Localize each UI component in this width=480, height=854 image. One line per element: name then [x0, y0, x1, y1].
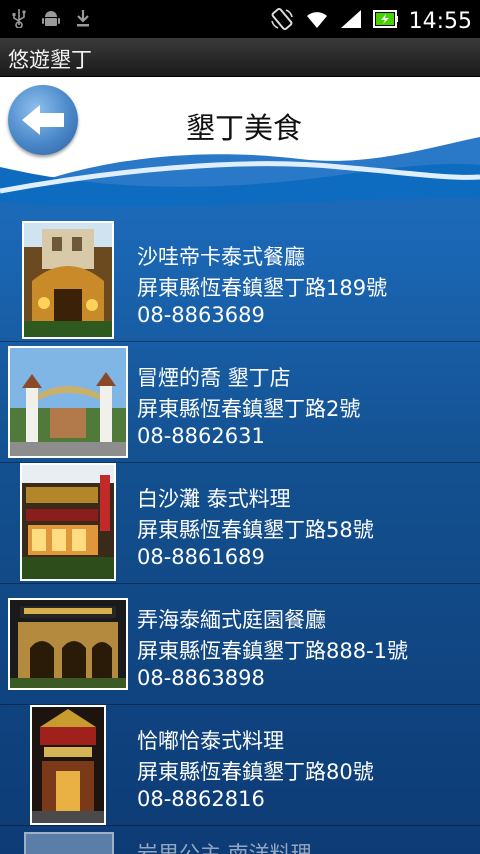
app-title: 悠遊墾丁: [8, 48, 92, 72]
restaurant-phone[interactable]: 08-8862631: [137, 424, 265, 448]
signal-icon: [339, 8, 363, 34]
download-icon: [74, 8, 92, 28]
restaurant-address: 屏東縣恆春鎮墾丁路189號: [137, 276, 388, 300]
restaurant-photo: [30, 705, 106, 825]
restaurant-address: 屏東縣恆春鎮墾丁路80號: [137, 760, 374, 784]
status-bar: 14:55: [0, 0, 480, 38]
restaurant-address: 屏東縣恆春鎮墾丁路2號: [137, 397, 361, 421]
header-wave: [0, 137, 480, 217]
wifi-icon: [305, 8, 329, 34]
restaurant-photo: [20, 463, 116, 581]
page-header: 墾丁美食: [0, 77, 480, 217]
restaurant-photo: [22, 221, 114, 339]
clock: 14:55: [408, 8, 472, 34]
app-title-bar: 悠遊墾丁: [0, 38, 480, 77]
restaurant-photo: [8, 598, 128, 690]
battery-charging-icon: [372, 8, 399, 34]
android-debug-icon: [42, 8, 60, 28]
usb-icon: [10, 8, 28, 29]
list-item[interactable]: 沙哇帝卡泰式餐廳 屏東縣恆春鎮墾丁路189號 08-8863689: [0, 221, 480, 342]
list-item[interactable]: 弄海泰緬式庭園餐廳 屏東縣恆春鎮墾丁路888-1號 08-8863898: [0, 584, 480, 705]
restaurant-name: 冒煙的喬 墾丁店: [137, 366, 291, 390]
restaurant-name: 白沙灘 泰式料理: [137, 487, 291, 511]
restaurant-phone[interactable]: 08-8862816: [137, 787, 265, 811]
restaurant-phone[interactable]: 08-8861689: [137, 545, 265, 569]
restaurant-phone[interactable]: 08-8863689: [137, 303, 265, 327]
restaurant-phone[interactable]: 08-8863898: [137, 666, 265, 690]
restaurant-name: 沙哇帝卡泰式餐廳: [137, 245, 305, 269]
list-item[interactable]: 岩里公主 南洋料理: [0, 822, 480, 854]
rotate-icon: [269, 6, 295, 36]
list-item[interactable]: 白沙灘 泰式料理 屏東縣恆春鎮墾丁路58號 08-8861689: [0, 463, 480, 584]
restaurant-name: 弄海泰緬式庭園餐廳: [137, 608, 326, 632]
restaurant-name: 恰嘟恰泰式料理: [137, 729, 284, 753]
restaurant-address: 屏東縣恆春鎮墾丁路58號: [137, 518, 374, 542]
restaurant-photo: [8, 346, 128, 458]
restaurant-address: 屏東縣恆春鎮墾丁路888-1號: [137, 639, 409, 663]
restaurant-photo: [24, 832, 114, 854]
list-item[interactable]: 恰嘟恰泰式料理 屏東縣恆春鎮墾丁路80號 08-8862816: [0, 705, 480, 826]
restaurant-name: 岩里公主 南洋料理: [137, 842, 312, 854]
list-item[interactable]: 冒煙的喬 墾丁店 屏東縣恆春鎮墾丁路2號 08-8862631: [0, 342, 480, 463]
